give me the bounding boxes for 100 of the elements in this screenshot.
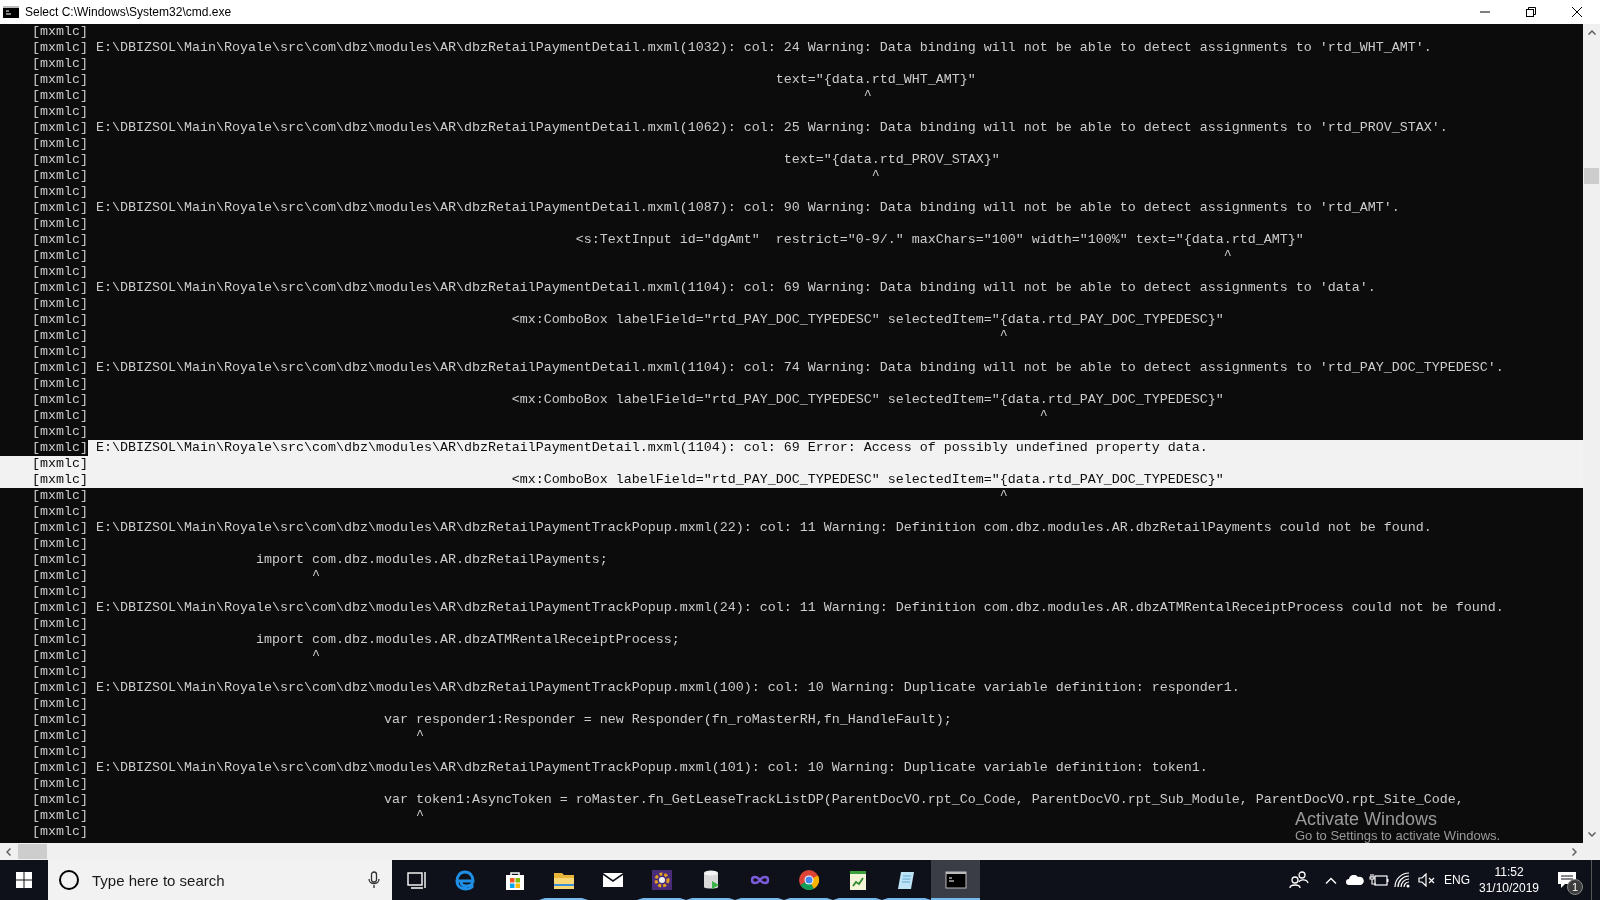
e-swirl-icon bbox=[453, 868, 478, 892]
window-title: Select C:\Windows\System32\cmd.exe bbox=[25, 5, 232, 19]
log-prefix: [mxmlc] bbox=[31, 792, 88, 808]
notification-badge: 1 bbox=[1567, 879, 1583, 895]
log-message: <mx:ComboBox labelField="rtd_PAY_DOC_TYPEDESC" selectedItem="{data.rtd_PAY_DOC_TYPEDESC}" bbox=[510, 472, 1224, 488]
search-icon bbox=[58, 869, 80, 891]
log-prefix: [mxmlc] bbox=[31, 328, 88, 344]
log-prefix: [mxmlc] bbox=[31, 200, 88, 216]
activation-title: Activate Windows bbox=[1295, 809, 1439, 829]
people-icon bbox=[1289, 871, 1309, 889]
log-message: ^ bbox=[414, 808, 424, 824]
notifications-button[interactable]: 1 bbox=[1543, 860, 1591, 900]
log-message: ^ bbox=[414, 728, 424, 744]
log-prefix: [mxmlc] bbox=[31, 424, 88, 440]
log-prefix: [mxmlc] bbox=[31, 232, 88, 248]
log-prefix: [mxmlc] bbox=[31, 584, 88, 600]
log-message: E:\DBIZSOL\Main\Royale\src\com\dbz\modules\AR\dbzRetailPaymentDetail.mxml(1104): col: 69 Warning: Data binding will not be able to detect assignments to 'data'. bbox=[94, 280, 1376, 296]
log-message: ^ bbox=[862, 88, 872, 104]
battery-icon bbox=[1369, 874, 1389, 886]
log-prefix: [mxmlc] bbox=[31, 360, 88, 376]
scrollbar-thumb[interactable] bbox=[18, 844, 47, 859]
log-prefix: [mxmlc] bbox=[31, 216, 88, 232]
clock-time: 11:52 bbox=[1494, 864, 1524, 880]
terminal-icon bbox=[3, 6, 19, 18]
log-prefix: [mxmlc] bbox=[31, 536, 88, 552]
log-prefix: [mxmlc] bbox=[31, 744, 88, 760]
wifi-icon bbox=[1394, 872, 1412, 888]
search-field[interactable]: Type here to search bbox=[90, 870, 368, 890]
log-message: E:\DBIZSOL\Main\Royale\src\com\dbz\modules\AR\dbzRetailPaymentTrackPopup.mxml(22): col: 11 Warning: Definition com.dbz.modules.AR.dbzRetailPayments could not be found. bbox=[94, 520, 1432, 536]
log-message: ^ bbox=[1222, 248, 1232, 264]
log-message: ^ bbox=[310, 568, 320, 584]
terminal-icon bbox=[943, 868, 968, 892]
log-prefix: [mxmlc] bbox=[31, 280, 88, 296]
log-message: ^ bbox=[998, 488, 1008, 504]
log-message: E:\DBIZSOL\Main\Royale\src\com\dbz\modules\AR\dbzRetailPaymentDetail.mxml(1104): col: 69 Error: Access of possibly undefined property data. bbox=[94, 440, 1208, 456]
log-message: <s:TextInput id="dgAmt" restrict="0-9/." maxChars="100" width="100%" text="{data.rtd_AMT}" bbox=[574, 232, 1304, 248]
log-prefix: [mxmlc] bbox=[31, 120, 88, 136]
log-prefix: [mxmlc] bbox=[31, 664, 88, 680]
search-bar[interactable]: Type here to search bbox=[48, 860, 392, 900]
log-prefix: [mxmlc] bbox=[31, 728, 88, 744]
log-prefix: [mxmlc] bbox=[31, 56, 88, 72]
log-prefix: [mxmlc] bbox=[31, 648, 88, 664]
log-prefix: [mxmlc] bbox=[31, 312, 88, 328]
log-prefix: [mxmlc] bbox=[31, 376, 88, 392]
log-prefix: [mxmlc] bbox=[31, 504, 88, 520]
log-message: ^ bbox=[870, 168, 880, 184]
chevron-down-icon bbox=[1587, 832, 1596, 837]
language-indicator[interactable]: ENG bbox=[1439, 860, 1475, 900]
log-prefix: [mxmlc] bbox=[31, 472, 88, 488]
log-prefix: [mxmlc] bbox=[31, 88, 88, 104]
log-prefix: [mxmlc] bbox=[31, 760, 88, 776]
log-prefix: [mxmlc] bbox=[31, 568, 88, 584]
log-message: E:\DBIZSOL\Main\Royale\src\com\dbz\modules\AR\dbzRetailPaymentTrackPopup.mxml(100): col: 10 Warning: Duplicate variable definition: responder1. bbox=[94, 680, 1240, 696]
log-message: var responder1:Responder = new Responder(fn_roMasterRH,fn_HandleFault); bbox=[382, 712, 952, 728]
chevron-up-icon bbox=[1587, 30, 1596, 35]
log-message: ^ bbox=[310, 648, 320, 664]
log-prefix: [mxmlc] bbox=[31, 152, 88, 168]
log-message: import com.dbz.modules.AR.dbzRetailPayments; bbox=[254, 552, 608, 568]
log-prefix: [mxmlc] bbox=[31, 680, 88, 696]
log-prefix: [mxmlc] bbox=[31, 808, 88, 824]
log-prefix: [mxmlc] bbox=[31, 552, 88, 568]
log-prefix: [mxmlc] bbox=[0, 440, 88, 456]
log-prefix: [mxmlc] bbox=[31, 600, 88, 616]
log-message: var token1:AsyncToken = roMaster.fn_GetLeaseTrackListDP(ParentDocVO.rpt_Co_Code, ParentDocVO.rpt_Sub_Module, ParentDocVO.rpt_Site_Code, bbox=[382, 792, 1464, 808]
scrollbar-thumb[interactable] bbox=[1584, 168, 1599, 184]
log-prefix: [mxmlc] bbox=[31, 72, 88, 88]
log-prefix: [mxmlc] bbox=[31, 168, 88, 184]
log-prefix: [mxmlc] bbox=[31, 104, 88, 120]
log-message: ^ bbox=[1038, 408, 1048, 424]
cloud-icon bbox=[1346, 875, 1364, 885]
log-prefix: [mxmlc] bbox=[31, 696, 88, 712]
log-prefix: [mxmlc] bbox=[31, 712, 88, 728]
log-prefix: [mxmlc] bbox=[31, 520, 88, 536]
log-message: text="{data.rtd_PROV_STAX}" bbox=[782, 152, 1000, 168]
log-prefix: [mxmlc] bbox=[31, 824, 88, 840]
log-prefix: [mxmlc] bbox=[31, 632, 88, 648]
muted-speaker-icon bbox=[1418, 873, 1436, 887]
log-prefix: [mxmlc] bbox=[31, 488, 88, 504]
log-prefix: [mxmlc] bbox=[31, 184, 88, 200]
log-prefix: [mxmlc] bbox=[31, 296, 88, 312]
windows-logo-icon bbox=[16, 872, 32, 888]
log-message: E:\DBIZSOL\Main\Royale\src\com\dbz\modules\AR\dbzRetailPaymentTrackPopup.mxml(24): col: 11 Warning: Definition com.dbz.modules.AR.dbzATMRentalReceiptProcess could not be found. bbox=[94, 600, 1504, 616]
log-message: import com.dbz.modules.AR.dbzATMRentalReceiptProcess; bbox=[254, 632, 680, 648]
microphone-icon bbox=[368, 871, 380, 889]
log-message: <mx:ComboBox labelField="rtd_PAY_DOC_TYPEDESC" selectedItem="{data.rtd_PAY_DOC_TYPEDESC}" bbox=[510, 392, 1224, 408]
close-icon bbox=[1572, 7, 1582, 17]
clock-button[interactable]: 11:52 31/10/2019 bbox=[1475, 860, 1543, 900]
log-message: ^ bbox=[998, 328, 1008, 344]
log-prefix: [mxmlc] bbox=[31, 456, 88, 472]
clock-date: 31/10/2019 bbox=[1478, 880, 1540, 896]
chevron-up-icon bbox=[1325, 876, 1337, 884]
activation-hint: Go to Settings to activate Windows. bbox=[1295, 829, 1501, 843]
chevron-right-icon bbox=[1572, 847, 1577, 856]
taskbar-button[interactable] bbox=[931, 860, 980, 900]
log-prefix: [mxmlc] bbox=[31, 776, 88, 792]
ring-circle-icon bbox=[796, 868, 821, 892]
log-prefix: [mxmlc] bbox=[31, 264, 88, 280]
log-prefix: [mxmlc] bbox=[31, 392, 88, 408]
log-prefix: [mxmlc] bbox=[31, 24, 88, 40]
log-prefix: [mxmlc] bbox=[31, 408, 88, 424]
